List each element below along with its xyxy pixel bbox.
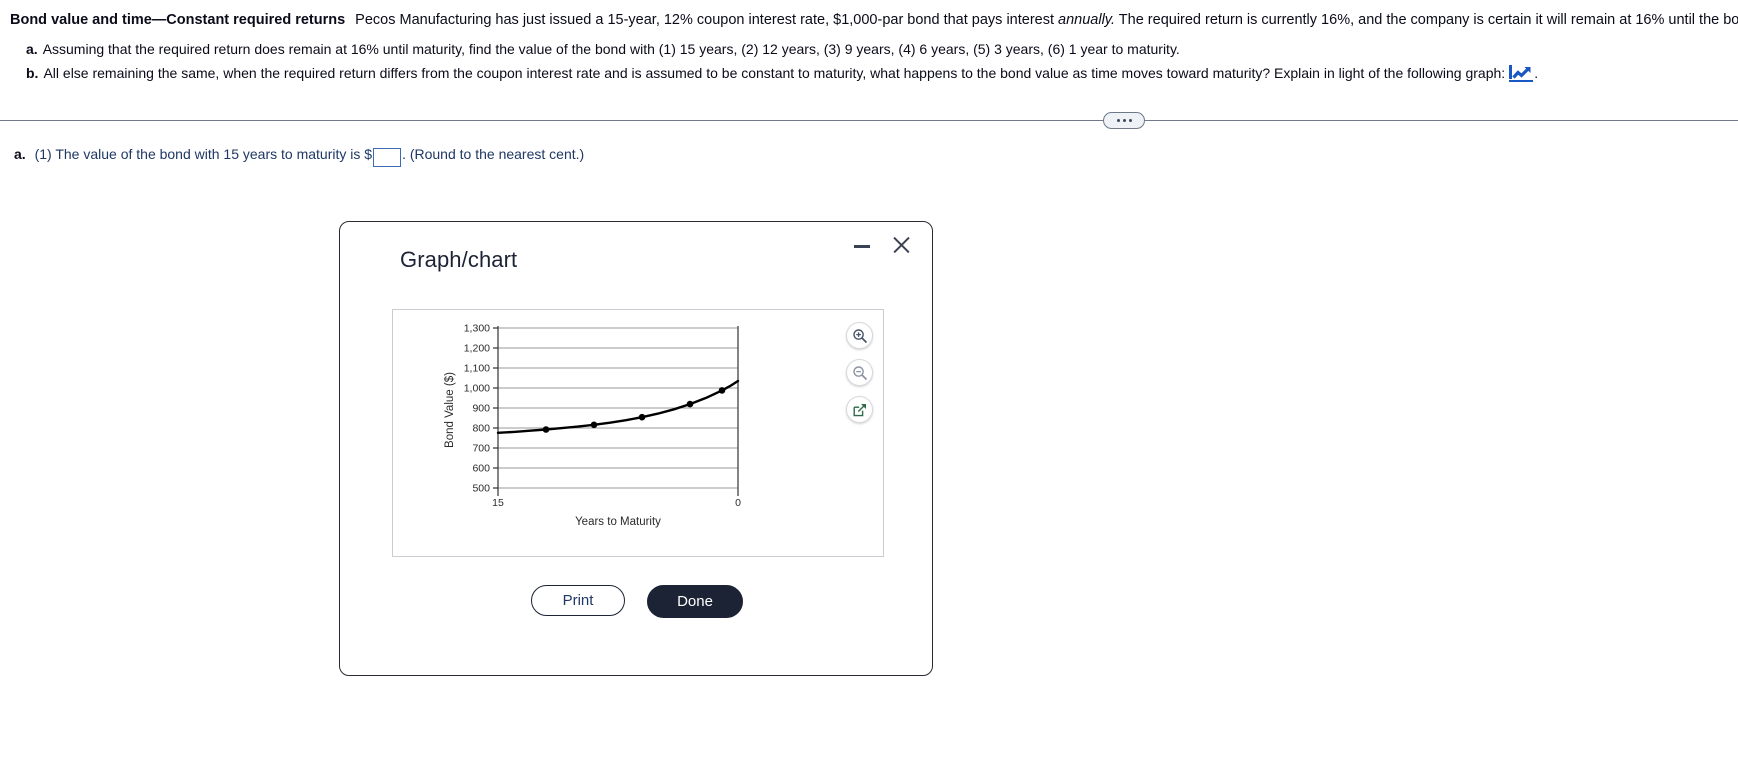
- done-button[interactable]: Done: [647, 585, 743, 618]
- ellipsis-dot: [1128, 119, 1132, 122]
- graph-chart-dialog: Graph/chart 1,300 1,200 1,100 1,000 900 …: [339, 221, 933, 676]
- subquestion-a: a. Assuming that the required return does…: [10, 39, 1728, 59]
- y-tick-label: 1,200: [464, 343, 490, 355]
- problem-title: Bond value and time—Constant required re…: [10, 12, 346, 28]
- problem-body-part1: Pecos Manufacturing has just issued a 15…: [355, 12, 1059, 28]
- y-tick-label: 700: [472, 443, 490, 455]
- answer-letter: a.: [14, 146, 26, 162]
- collapse-toggle-button[interactable]: [1103, 112, 1145, 129]
- data-point: [638, 413, 646, 421]
- separator-rule: [0, 120, 1738, 121]
- problem-body-italic: annually.: [1058, 12, 1116, 28]
- problem-statement: Bond value and time—Constant required re…: [0, 0, 1738, 84]
- chart-toolbar: [846, 322, 873, 423]
- data-point: [718, 387, 726, 394]
- x-tick-label: 15: [492, 497, 504, 509]
- subquestion-b-trailing: .: [1534, 65, 1539, 82]
- x-axis-title: Years to Maturity: [575, 516, 661, 528]
- subquestion-a-text: Assuming that the required return does r…: [42, 41, 1180, 58]
- problem-body-part2: The required return is currently 16%, an…: [1118, 12, 1738, 28]
- dialog-footer: Print Done: [340, 585, 934, 618]
- bond-value-input[interactable]: [373, 148, 402, 167]
- problem-subquestions: a. Assuming that the required return does…: [10, 39, 1728, 84]
- y-tick-label: 1,300: [464, 323, 490, 335]
- chart-gridlines: [498, 327, 738, 489]
- zoom-out-icon[interactable]: [846, 359, 873, 386]
- ellipsis-dot: [1116, 119, 1120, 122]
- print-button[interactable]: Print: [531, 585, 625, 616]
- answer-prefix: (1) The value of the bond with 15 years …: [34, 146, 373, 162]
- subquestion-a-letter: a.: [26, 41, 38, 58]
- data-point: [542, 426, 550, 433]
- bond-value-chart: 1,300 1,200 1,100 1,000 900 800 700 600 …: [444, 323, 741, 529]
- y-axis-title: Bond Value ($): [444, 372, 456, 448]
- x-tick-label: 0: [735, 497, 741, 509]
- data-point: [590, 421, 598, 429]
- bond-value-line: [496, 379, 740, 435]
- zoom-in-icon[interactable]: [846, 322, 873, 349]
- open-in-new-window-icon[interactable]: [846, 396, 873, 423]
- bond-value-markers: [542, 387, 726, 433]
- section-separator: [0, 110, 1738, 130]
- answer-suffix: . (Round to the nearest cent.): [402, 146, 585, 162]
- answer-line: a. (1) The value of the bond with 15 yea…: [14, 146, 584, 167]
- y-tick-labels: 1,300 1,200 1,100 1,000 900 800 700 600 …: [464, 323, 490, 495]
- y-tick-label: 1,000: [464, 383, 490, 395]
- minimize-icon[interactable]: [854, 237, 870, 253]
- y-tick-label: 900: [472, 403, 490, 415]
- close-icon[interactable]: [892, 236, 910, 254]
- y-tick-label: 1,100: [464, 363, 490, 375]
- subquestion-b: b. All else remaining the same, when the …: [10, 63, 1728, 83]
- subquestion-b-text: All else remaining the same, when the re…: [43, 65, 1506, 82]
- y-tick-label: 500: [472, 483, 490, 495]
- dialog-title: Graph/chart: [400, 247, 518, 272]
- y-tick-label: 600: [472, 463, 490, 475]
- chart-panel: 1,300 1,200 1,100 1,000 900 800 700 600 …: [392, 309, 884, 557]
- x-tick-labels: 15 0: [492, 497, 741, 509]
- dialog-window-controls: [854, 236, 910, 254]
- ellipsis-dot: [1122, 119, 1126, 122]
- line-chart-icon[interactable]: [1509, 65, 1534, 83]
- y-tick-label: 800: [472, 423, 490, 435]
- problem-headline: Bond value and time—Constant required re…: [10, 10, 1738, 31]
- data-point: [686, 400, 694, 408]
- subquestion-b-letter: b.: [26, 65, 39, 82]
- y-axis-ticks: [493, 327, 498, 489]
